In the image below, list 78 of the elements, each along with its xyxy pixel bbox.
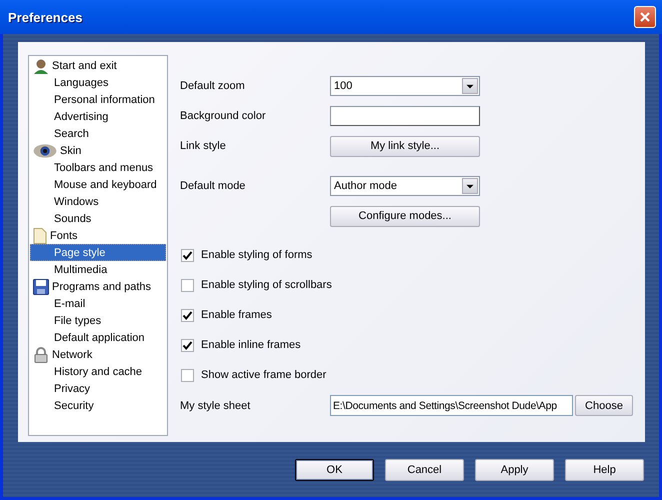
category-label: Fonts — [50, 230, 78, 242]
page-icon — [33, 228, 47, 244]
category-label: Page style — [54, 246, 106, 258]
category-label: Multimedia — [54, 264, 108, 276]
checkbox[interactable] — [181, 278, 194, 292]
category-label: Network — [52, 348, 92, 360]
setting-label: Default zoom — [180, 80, 246, 92]
checkmark-icon — [182, 340, 193, 350]
close-icon — [639, 11, 651, 23]
close-button[interactable] — [634, 6, 656, 28]
category-label: Security — [54, 400, 94, 412]
category-label: Toolbars and menus — [54, 162, 154, 174]
category-label: Advertising — [54, 110, 108, 122]
category-item[interactable]: Start and exit — [30, 57, 166, 74]
setting-label: Background color — [180, 110, 267, 122]
eye-icon — [33, 142, 57, 158]
checkbox-label: Enable inline frames — [201, 339, 301, 351]
checkbox[interactable] — [181, 338, 194, 352]
category-label: History and cache — [54, 366, 142, 378]
person-icon — [33, 58, 49, 74]
category-item[interactable]: Search — [30, 125, 166, 142]
settings-button[interactable]: Configure modes... — [330, 206, 480, 226]
category-label: Start and exit — [52, 60, 117, 72]
category-label: Languages — [54, 76, 108, 88]
checkbox-label: Enable frames — [201, 309, 272, 321]
category-item[interactable]: Sounds — [30, 210, 166, 227]
category-item[interactable]: E-mail — [30, 295, 166, 312]
dialog-button[interactable]: Help — [565, 459, 644, 481]
category-label: Mouse and keyboard — [54, 178, 157, 190]
padlock-icon — [33, 346, 49, 362]
checkbox[interactable] — [181, 308, 194, 322]
category-item[interactable]: Languages — [30, 74, 166, 91]
category-item[interactable]: Fonts — [30, 227, 166, 244]
category-item[interactable]: File types — [30, 312, 166, 329]
category-item[interactable]: History and cache — [30, 363, 166, 380]
dropdown[interactable]: Author mode — [330, 176, 480, 196]
category-item[interactable]: Page style — [30, 244, 166, 261]
category-label: Windows — [54, 196, 99, 208]
category-item[interactable]: Personal information — [30, 91, 166, 108]
setting-label: Link style — [180, 140, 227, 152]
dialog-button[interactable]: OK — [295, 459, 374, 481]
color-field[interactable] — [330, 106, 480, 126]
category-item[interactable]: Programs and paths — [30, 278, 166, 295]
category-item[interactable]: Privacy — [30, 380, 166, 397]
settings-button[interactable]: My link style... — [330, 136, 480, 156]
setting-label: My style sheet — [180, 400, 252, 412]
category-item[interactable]: Advertising — [30, 108, 166, 125]
category-label: File types — [54, 314, 102, 326]
category-item[interactable]: Toolbars and menus — [30, 159, 166, 176]
checkbox[interactable] — [181, 368, 194, 382]
category-label: Sounds — [54, 212, 92, 224]
category-item[interactable]: Windows — [30, 193, 166, 210]
window-title: Preferences — [8, 10, 82, 24]
category-label: Privacy — [54, 382, 90, 394]
choose-button[interactable]: Choose — [575, 395, 633, 416]
category-item[interactable]: Default application — [30, 329, 166, 346]
category-label: E-mail — [54, 298, 86, 310]
category-label: Personal information — [54, 94, 155, 106]
path-field[interactable]: E:\Documents and Settings\Screenshot Dude\App — [330, 395, 573, 416]
setting-label: Default mode — [180, 180, 246, 192]
checkmark-icon — [182, 310, 193, 320]
dropdown[interactable]: 100 — [330, 76, 480, 96]
category-item[interactable]: Network — [30, 346, 166, 363]
category-item[interactable]: Mouse and keyboard — [30, 176, 166, 193]
checkbox-label: Enable styling of forms — [201, 249, 312, 261]
category-label: Search — [54, 128, 89, 140]
category-item[interactable]: Skin — [30, 142, 166, 159]
category-label: Default application — [54, 332, 145, 344]
dialog-button[interactable]: Apply — [475, 459, 554, 481]
category-item[interactable]: Security — [30, 397, 166, 414]
checkbox[interactable] — [181, 248, 194, 262]
checkbox-label: Enable styling of scrollbars — [201, 279, 332, 291]
checkmark-icon — [182, 250, 193, 260]
category-item[interactable]: Multimedia — [30, 261, 166, 278]
checkbox-label: Show active frame border — [201, 369, 326, 381]
category-label: Programs and paths — [52, 280, 152, 292]
category-label: Skin — [60, 144, 82, 156]
dialog-button[interactable]: Cancel — [385, 459, 464, 481]
